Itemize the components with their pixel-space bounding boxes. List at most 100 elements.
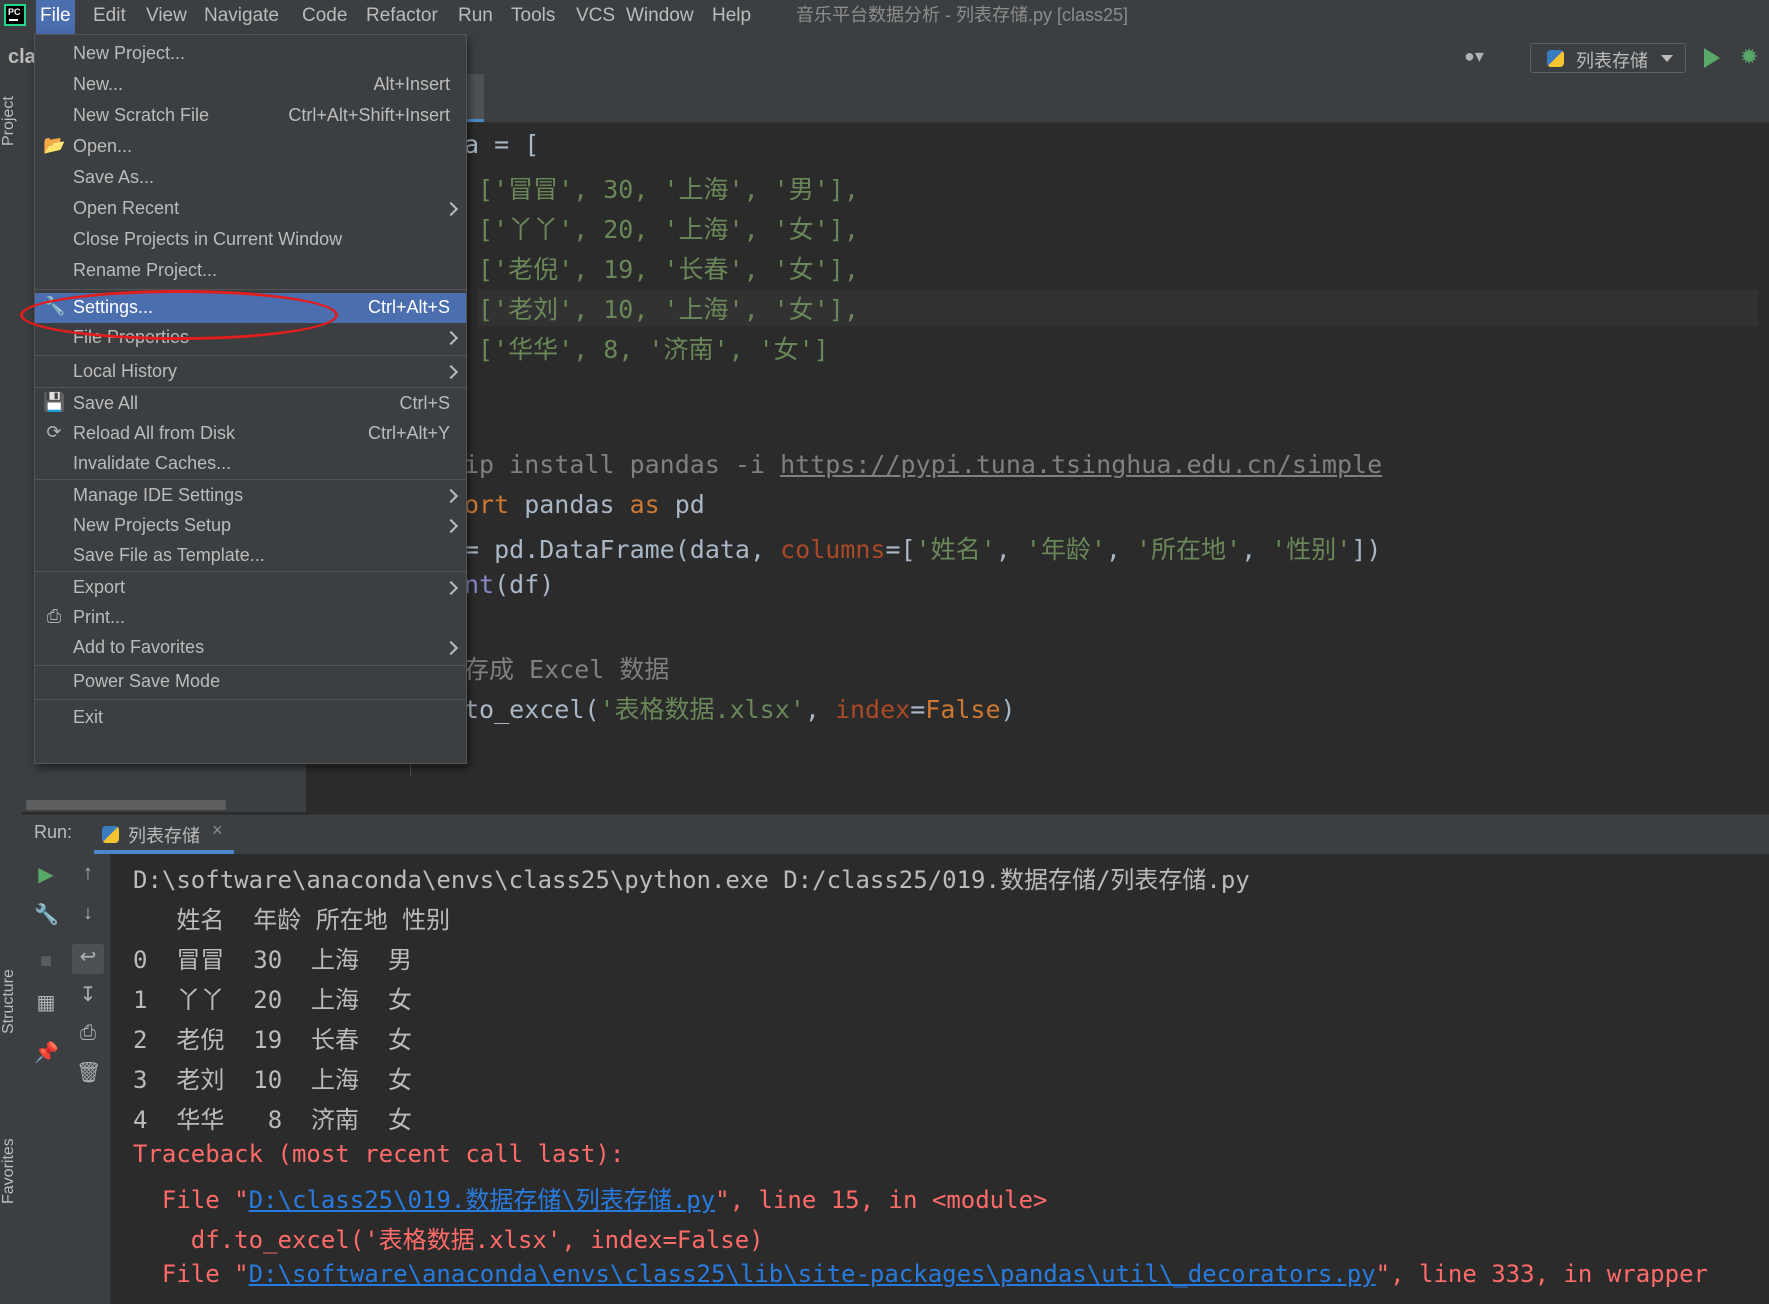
print-icon[interactable]: ⎙ — [76, 1022, 100, 1045]
project-breadcrumb[interactable]: cla — [8, 46, 36, 69]
menu-item-close-projects[interactable]: Close Projects in Current Window — [35, 225, 466, 255]
stop-icon[interactable]: ■ — [34, 950, 58, 973]
console-line: 2 老倪 19 长春 女 — [133, 1026, 412, 1054]
menu-item-save-all[interactable]: 💾 Save All Ctrl+S — [35, 389, 466, 419]
print-icon: ⎙ — [46, 606, 62, 626]
menu-item-invalidate-caches[interactable]: Invalidate Caches... — [35, 449, 466, 479]
code-comment: 存成 Excel 数据 — [464, 655, 670, 684]
save-icon: 💾 — [43, 392, 66, 412]
chevron-right-icon — [443, 518, 459, 534]
code-line: ['华华', 8, '济南', '女'] — [478, 335, 829, 364]
traceback-file-link[interactable]: D:\software\anaconda\envs\class25\lib\si… — [249, 1260, 1376, 1288]
pypi-url-link[interactable]: https://pypi.tuna.tsinghua.edu.cn/simple — [780, 450, 1382, 479]
python-icon — [102, 826, 119, 843]
menu-item-new-scratch-file[interactable]: New Scratch File Ctrl+Alt+Shift+Insert — [35, 101, 466, 131]
menu-navigate[interactable]: Navigate — [200, 0, 283, 34]
chevron-right-icon — [443, 201, 459, 217]
run-toolbar-primary: ▶ 🔧 ■ ▦ 📌 — [22, 854, 66, 1304]
menu-refactor[interactable]: Refactor — [362, 0, 442, 34]
menu-item-add-to-favorites[interactable]: Add to Favorites — [35, 633, 466, 663]
menu-separator — [35, 355, 466, 356]
chevron-right-icon — [443, 330, 459, 346]
project-tool-tab[interactable]: Project — [0, 96, 18, 146]
menu-help[interactable]: Help — [708, 0, 755, 34]
console-error-line: df.to_excel('表格数据.xlsx', index=False) — [133, 1226, 764, 1254]
menu-item-export[interactable]: Export — [35, 573, 466, 603]
chevron-right-icon — [443, 364, 459, 380]
code-line: ['老倪', 19, '长春', '女'], — [478, 255, 859, 284]
menu-item-save-as[interactable]: Save As... — [35, 163, 466, 193]
menu-item-local-history[interactable]: Local History — [35, 357, 466, 387]
menu-item-save-file-as-template[interactable]: Save File as Template... — [35, 541, 466, 571]
scroll-to-end-icon[interactable]: ↧ — [76, 982, 100, 1007]
run-tab[interactable]: 列表存储 — [128, 822, 200, 848]
run-config-selector[interactable]: 列表存储 — [1530, 43, 1686, 73]
run-config-label: 列表存储 — [1576, 51, 1648, 71]
run-icon[interactable] — [1704, 48, 1720, 68]
favorites-tool-tab[interactable]: Favorites — [0, 1138, 18, 1204]
console-error-line: Traceback (most recent call last): — [133, 1140, 625, 1168]
arrow-down-icon[interactable]: ↓ — [76, 902, 100, 925]
annotation-ellipse — [20, 290, 338, 340]
menu-item-manage-ide-settings[interactable]: Manage IDE Settings — [35, 481, 466, 511]
menu-code[interactable]: Code — [298, 0, 351, 34]
traceback-file-link[interactable]: D:\class25\019.数据存储\列表存储.py — [249, 1186, 716, 1214]
user-icon[interactable]: ●▾ — [1464, 46, 1484, 67]
menu-separator — [35, 289, 466, 290]
console-line: 4 华华 8 济南 女 — [133, 1106, 412, 1134]
trash-icon[interactable]: 🗑 — [76, 1060, 101, 1085]
menu-item-new-project[interactable]: New Project... — [35, 39, 466, 69]
menu-separator — [35, 665, 466, 666]
menu-item-rename-project[interactable]: Rename Project... — [35, 256, 466, 286]
rerun-icon[interactable]: ▶ — [34, 862, 58, 887]
menu-vcs[interactable]: VCS — [572, 0, 619, 34]
file-menu-dropdown: New Project... New... Alt+Insert New Scra… — [34, 34, 467, 764]
console-line: 1 丫丫 20 上海 女 — [133, 986, 412, 1014]
chevron-right-icon — [443, 640, 459, 656]
menu-item-new-projects-setup[interactable]: New Projects Setup — [35, 511, 466, 541]
chevron-down-icon — [1661, 55, 1673, 62]
menu-edit[interactable]: Edit — [89, 0, 130, 34]
code-line: ort pandas as pd — [464, 490, 705, 519]
menu-item-open-recent[interactable]: Open Recent — [35, 194, 466, 224]
layout-icon[interactable]: ▦ — [34, 990, 58, 1015]
code-line: a = [ — [464, 130, 540, 159]
run-panel-title: Run: — [34, 822, 73, 842]
left-tool-strip: Project Structure Favorites — [0, 74, 22, 1304]
menu-item-print[interactable]: ⎙ Print... — [35, 603, 466, 633]
menu-run[interactable]: Run — [454, 0, 497, 34]
menu-separator — [35, 479, 466, 480]
code-line: = pd.DataFrame(data, columns=['姓名', '年龄'… — [464, 535, 1382, 564]
pin-icon[interactable]: 📌 — [34, 1040, 59, 1065]
console-line: 0 冒冒 30 上海 男 — [133, 946, 412, 974]
horizontal-scrollbar[interactable] — [26, 800, 226, 810]
close-icon[interactable]: × — [212, 820, 223, 841]
menu-item-exit[interactable]: Exit — [35, 703, 466, 733]
console-line: D:\software\anaconda\envs\class25\python… — [133, 866, 1250, 894]
code-line: nt(df) — [464, 570, 555, 599]
run-toolbar-secondary: ↑ ↓ ↩ ↧ ⎙ 🗑 — [66, 854, 111, 1304]
arrow-up-icon[interactable]: ↑ — [76, 862, 100, 885]
code-comment: ip install pandas -i https://pypi.tuna.t… — [464, 450, 1383, 479]
chevron-right-icon — [443, 488, 459, 504]
menu-tools[interactable]: Tools — [507, 0, 559, 34]
menu-window[interactable]: Window — [622, 0, 698, 34]
run-panel-header — [22, 814, 1769, 855]
menu-item-open[interactable]: 📂 Open... — [35, 132, 466, 162]
code-line-current: ['老刘', 10, '上海', '女'], — [478, 290, 1758, 326]
menu-item-reload-all[interactable]: ⟳ Reload All from Disk Ctrl+Alt+Y — [35, 419, 466, 449]
menu-file[interactable]: File — [36, 0, 75, 34]
menu-item-new[interactable]: New... Alt+Insert — [35, 70, 466, 100]
debug-icon[interactable]: ✹ — [1740, 46, 1760, 68]
console-error-line: File "D:\class25\019.数据存储\列表存储.py", line… — [133, 1186, 1048, 1214]
menu-item-power-save-mode[interactable]: Power Save Mode — [35, 667, 466, 697]
code-line: to_excel('表格数据.xlsx', index=False) — [464, 695, 1016, 724]
wrench-icon[interactable]: 🔧 — [34, 902, 59, 927]
menu-view[interactable]: View — [142, 0, 191, 34]
window-title: 音乐平台数据分析 - 列表存储.py [class25] — [796, 5, 1129, 25]
folder-open-icon: 📂 — [43, 135, 66, 155]
console-line: 3 老刘 10 上海 女 — [133, 1066, 412, 1094]
structure-tool-tab[interactable]: Structure — [0, 969, 18, 1034]
menu-separator — [35, 387, 466, 388]
soft-wrap-icon[interactable]: ↩ — [72, 944, 104, 974]
